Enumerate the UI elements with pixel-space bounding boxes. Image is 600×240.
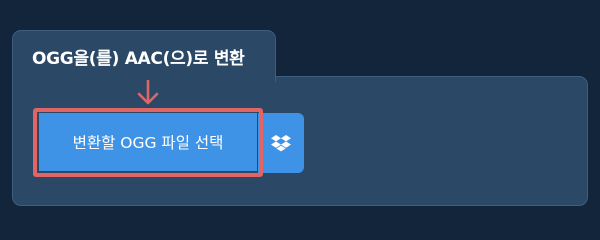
card-title: OGG을(를) AAC(으)로 변환: [32, 49, 245, 69]
arrow-down-icon: [137, 80, 159, 105]
converter-widget: OGG을(를) AAC(으)로 변환 변환할 OGG 파일 선택: [0, 0, 600, 230]
dropbox-button[interactable]: [258, 113, 304, 173]
dropbox-icon: [271, 135, 291, 152]
highlight-frame: [33, 108, 263, 177]
